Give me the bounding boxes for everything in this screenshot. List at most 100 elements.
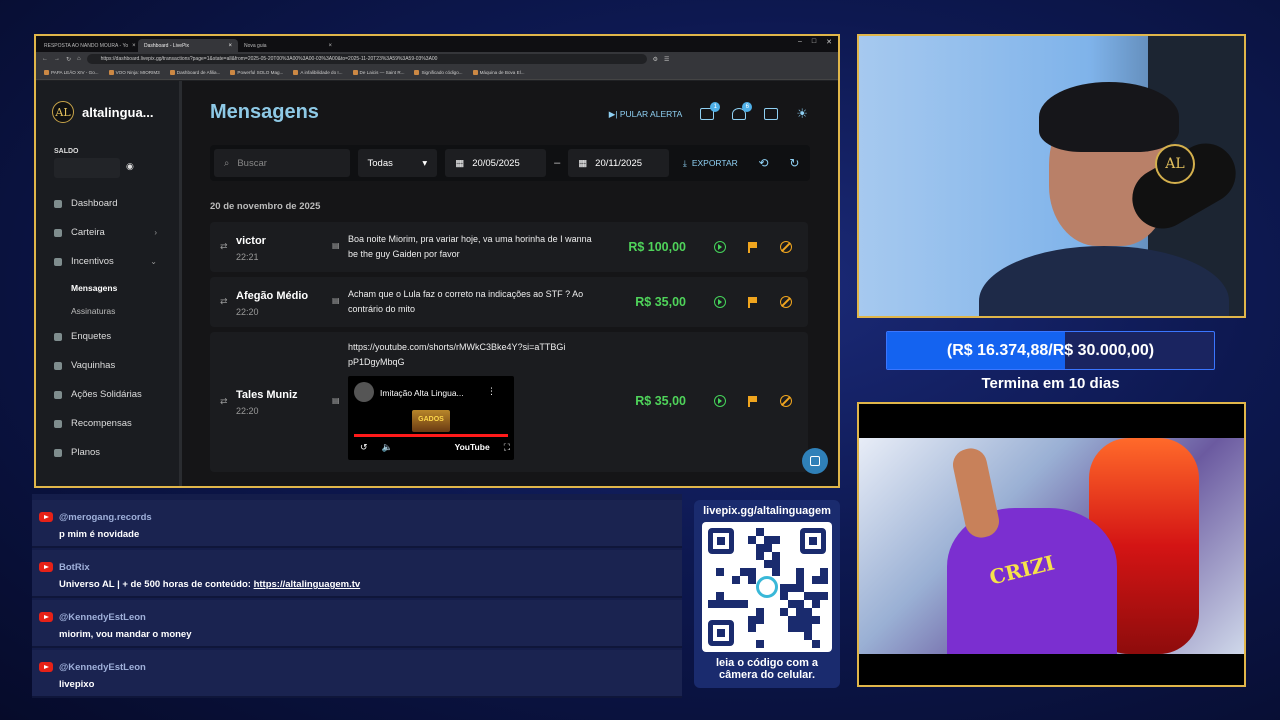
back-icon[interactable]: ← — [42, 56, 48, 62]
video-thumbnail: GADOS — [412, 410, 450, 432]
flag-button[interactable] — [748, 296, 758, 308]
sun-icon[interactable]: ☀ — [796, 106, 808, 122]
maximize-icon[interactable]: □ — [812, 38, 816, 46]
tab-label: Dashboard - LivePix — [144, 42, 190, 49]
qr-module — [796, 624, 804, 632]
more-icon[interactable]: ⋮ — [487, 386, 496, 397]
close-icon[interactable]: × — [328, 43, 332, 49]
qr-module — [748, 568, 756, 576]
sidebar-item-dashboard[interactable]: Dashboard — [36, 189, 179, 218]
browser-tab-active[interactable]: Dashboard - LivePix × — [138, 39, 238, 52]
chat-text: p mim é novidade — [59, 529, 140, 540]
date-from-field[interactable]: ▦ 20/05/2025 — [445, 149, 547, 177]
youtube-logo[interactable]: YouTube — [455, 442, 490, 453]
qr-module — [748, 576, 756, 584]
youtube-icon — [39, 512, 53, 522]
sync-icon[interactable]: ⟲ — [752, 156, 775, 170]
sidebar-item-recompensas[interactable]: Recompensas — [36, 409, 179, 438]
menu-icon[interactable]: ☰ — [664, 56, 669, 63]
qr-module — [812, 640, 820, 648]
bookmark[interactable]: VOO Ninja: MIORIM3 — [108, 70, 160, 75]
replay-button[interactable] — [714, 395, 726, 407]
bookmark[interactable]: PAPA LEÃO XIV - Go... — [44, 70, 99, 75]
sidebar-subitem-assinaturas[interactable]: Assinaturas — [36, 299, 179, 322]
webcam-feed: AL — [857, 34, 1246, 318]
qr-module — [796, 616, 804, 624]
youtube-embed[interactable]: Imitação Alta Lingua... ⋮ GADOS ↺ 🔈 YouTub… — [348, 376, 514, 460]
minimize-icon[interactable]: – — [798, 38, 802, 46]
replay-icon[interactable]: ↺ — [360, 442, 368, 453]
qr-module — [804, 616, 812, 624]
sidebar-item-incentivos[interactable]: Incentivos ⌄ — [36, 247, 179, 276]
block-button[interactable] — [780, 296, 792, 308]
browser-tab[interactable]: Nova guia × — [238, 39, 338, 52]
block-button[interactable] — [780, 241, 792, 253]
youtube-icon — [39, 562, 53, 572]
qr-module — [796, 576, 804, 584]
support-chat-button[interactable] — [802, 448, 828, 474]
donor: victor 22:21 — [236, 235, 266, 262]
qr-module — [788, 616, 796, 624]
qr-module — [780, 584, 788, 592]
heart-hand-icon — [54, 390, 62, 399]
volume-icon[interactable]: 🔈 — [382, 442, 393, 453]
bookmark[interactable]: Máquina de Bova El... — [472, 70, 525, 75]
date-to-field[interactable]: ▦ 20/11/2025 — [568, 149, 670, 177]
row-actions — [714, 241, 792, 253]
bookmark[interactable]: Powerful SOLO Mag... — [230, 70, 283, 75]
caret-down-icon: ▾ — [422, 157, 428, 169]
url-field[interactable]: https://dashboard.livepix.gg/transaction… — [86, 54, 647, 64]
browser-tab[interactable]: RESPOSTA AO NANDO MOURA - Yo × — [38, 39, 138, 52]
home-icon[interactable]: ⌂ — [77, 56, 81, 62]
flag-button[interactable] — [748, 241, 758, 253]
bell-icon[interactable]: 6 — [732, 102, 753, 120]
skip-alert-button[interactable]: ▶| PULAR ALERTA — [609, 109, 683, 120]
message-link[interactable]: https://youtube.com/shorts/rMWkC3Bke4Y?s… — [348, 340, 568, 370]
close-icon[interactable]: × — [228, 43, 232, 49]
bookmark[interactable]: Significado código... — [414, 70, 463, 75]
livepix-logo-icon — [756, 576, 778, 598]
donor-name: Tales Muniz — [236, 389, 298, 401]
sidebar-item-carteira[interactable]: Carteira › — [36, 218, 179, 247]
status-select[interactable]: Todas ▾ — [357, 149, 438, 177]
fullscreen-icon[interactable]: ⛶ — [504, 442, 510, 453]
refresh-icon[interactable]: ↻ — [783, 156, 806, 170]
sidebar-item-acoes-solidarias[interactable]: Ações Solidárias — [36, 380, 179, 409]
qr-module — [812, 600, 820, 608]
poll-icon — [54, 332, 62, 341]
qr-title: livepix.gg/altalinguagem — [703, 505, 831, 517]
close-icon[interactable]: × — [132, 43, 136, 49]
eye-icon[interactable]: ◉ — [126, 161, 134, 172]
extensions-icon[interactable]: ⚙ — [653, 56, 658, 63]
bookmark[interactable]: De Laicis — Saint R... — [352, 70, 404, 75]
sidebar-item-vaquinhas[interactable]: Vaquinhas — [36, 351, 179, 380]
qr-module — [804, 624, 812, 632]
flag-button[interactable] — [748, 395, 758, 407]
date-separator: – — [554, 157, 561, 169]
qr-module — [772, 536, 780, 544]
game-capture: CRIZI — [857, 402, 1246, 687]
export-button[interactable]: ⤓ EXPORTAR — [677, 158, 744, 169]
search-input[interactable]: ⌕ Buscar — [214, 149, 350, 177]
forward-icon[interactable]: → — [54, 56, 60, 62]
layout-icon[interactable] — [764, 108, 779, 120]
sidebar-item-planos[interactable]: Planos — [36, 438, 179, 467]
qr-module — [780, 608, 788, 616]
brand-logo[interactable]: AL altalingua... — [52, 101, 154, 123]
donor-name: victor — [236, 235, 266, 247]
sidebar-subitem-mensagens[interactable]: Mensagens — [36, 276, 179, 299]
bookmark[interactable]: Dashboard de Afilia... — [169, 70, 220, 75]
qr-module — [796, 568, 804, 576]
block-button[interactable] — [780, 395, 792, 407]
replay-button[interactable] — [714, 296, 726, 308]
bookmark[interactable]: A infalibilidade do I... — [293, 70, 343, 75]
sidebar-item-enquetes[interactable]: Enquetes — [36, 322, 179, 351]
reload-icon[interactable]: ↻ — [66, 56, 71, 63]
replay-button[interactable] — [714, 241, 726, 253]
chat-link[interactable]: https://altalinguagem.tv — [254, 579, 361, 590]
video-progress[interactable] — [354, 434, 508, 437]
chat-message: @KennedyEstLeon miorim, vou mandar o mon… — [32, 600, 682, 648]
sidebar: AL altalingua... SALDO ◉ Dashboard Carte… — [36, 81, 182, 486]
close-window-icon[interactable]: ✕ — [826, 38, 832, 46]
chat-alert-icon[interactable]: 1 — [700, 102, 721, 120]
